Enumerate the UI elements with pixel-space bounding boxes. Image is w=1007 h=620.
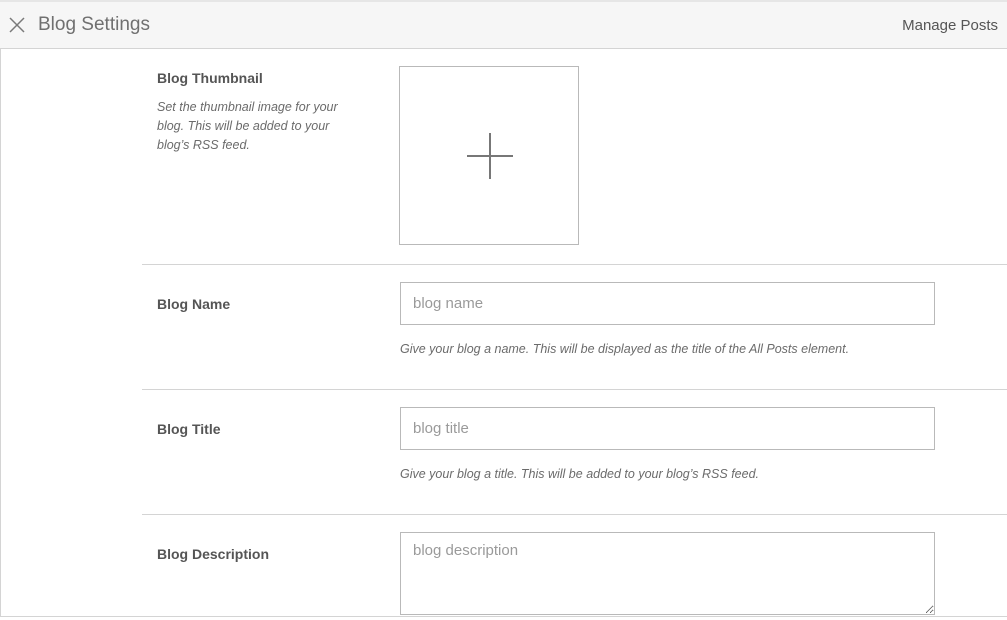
divider bbox=[142, 389, 1007, 390]
close-button[interactable] bbox=[8, 16, 26, 34]
divider bbox=[142, 264, 1007, 265]
divider bbox=[142, 514, 1007, 515]
title-label: Blog Title bbox=[157, 421, 221, 437]
close-icon bbox=[9, 17, 25, 33]
name-label: Blog Name bbox=[157, 296, 231, 312]
blog-settings-page: Blog Settings Manage Posts Blog Thumbnai… bbox=[0, 0, 1007, 620]
thumbnail-upload-button[interactable] bbox=[399, 66, 579, 245]
plus-icon bbox=[467, 133, 513, 179]
manage-posts-link[interactable]: Manage Posts bbox=[902, 16, 998, 36]
settings-panel: Blog Thumbnail Set the thumbnail image f… bbox=[0, 49, 1007, 617]
blog-description-textarea[interactable] bbox=[400, 532, 935, 615]
header-bar: Blog Settings Manage Posts bbox=[0, 0, 1007, 49]
name-help-text: Give your blog a name. This will be disp… bbox=[400, 342, 850, 356]
blog-name-input[interactable] bbox=[400, 282, 935, 325]
thumbnail-description: Set the thumbnail image for your blog. T… bbox=[157, 100, 338, 152]
description-label: Blog Description bbox=[157, 546, 270, 562]
title-help-text: Give your blog a title. This will be add… bbox=[400, 467, 759, 481]
thumbnail-label: Blog Thumbnail bbox=[157, 70, 263, 86]
blog-title-input[interactable] bbox=[400, 407, 935, 450]
page-title: Blog Settings bbox=[38, 14, 150, 35]
